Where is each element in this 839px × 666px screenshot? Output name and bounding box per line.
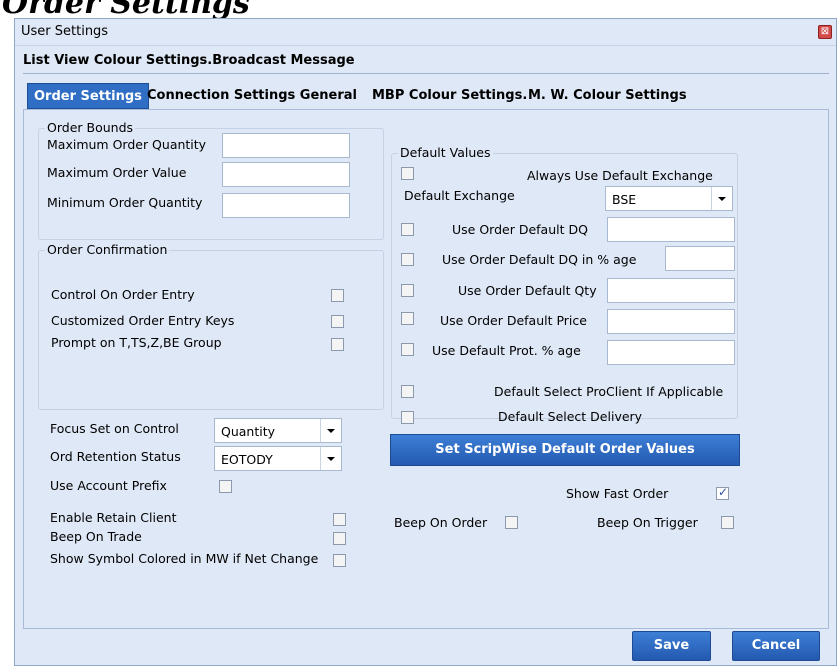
ord-retention-status-select[interactable]: EOTODY [214,446,342,471]
show-fast-order-label: Show Fast Order [566,486,669,501]
checkmark-icon: ✓ [718,485,729,499]
use-order-default-price-input[interactable] [607,309,735,334]
beep-on-trigger-checkbox[interactable] [721,516,734,529]
use-order-default-qty-checkbox[interactable] [401,284,414,297]
use-order-default-dq-label: Use Order Default DQ [452,222,588,237]
max-order-value-input[interactable] [222,162,350,187]
min-order-quantity-label: Minimum Order Quantity [47,195,203,210]
max-order-value-label: Maximum Order Value [47,165,187,180]
customized-order-entry-keys-checkbox[interactable] [331,315,344,328]
save-button[interactable]: Save [632,631,711,661]
default-select-delivery-checkbox[interactable] [401,411,414,424]
show-symbol-colored-checkbox[interactable] [333,554,346,567]
focus-set-value: Quantity [221,424,276,439]
title-bar: User Settings ⊠ [15,19,836,46]
max-order-quantity-label: Maximum Order Quantity [47,137,207,152]
tab-connection-settings-general[interactable]: Connection Settings General [147,83,357,109]
beep-on-trigger-label: Beep On Trigger [597,515,698,530]
use-order-default-price-label: Use Order Default Price [440,313,587,328]
customized-order-entry-keys-label: Customized Order Entry Keys [51,313,235,328]
tab-mw-colour-settings[interactable]: M. W. Colour Settings [528,83,687,109]
min-order-quantity-input[interactable] [222,193,350,218]
menu-divider [23,73,829,74]
use-order-default-price-checkbox[interactable] [401,312,414,325]
always-use-default-exchange-label: Always Use Default Exchange [527,168,713,183]
show-symbol-colored-label: Show Symbol Colored in MW if Net Change [50,551,319,566]
beep-on-order-label: Beep On Order [394,515,488,530]
close-icon[interactable]: ⊠ [818,25,832,39]
use-order-default-dq-percent-label: Use Order Default DQ in % age [442,252,637,267]
always-use-default-exchange-checkbox[interactable] [401,167,414,180]
focus-set-on-control-select[interactable]: Quantity [214,418,342,443]
ord-retention-status-label: Ord Retention Status [50,449,181,464]
chevron-down-icon[interactable] [711,187,732,210]
default-values-group: Default Values Always Use Default Exchan… [391,145,738,424]
tab-order-settings[interactable]: Order Settings [27,83,149,109]
enable-retain-client-checkbox[interactable] [333,513,346,526]
control-on-order-entry-checkbox[interactable] [331,289,344,302]
show-fast-order-checkbox[interactable]: ✓ [716,485,729,500]
use-default-prot-percent-label: Use Default Prot. % age [432,343,581,358]
default-select-delivery-label: Default Select Delivery [498,409,643,424]
order-bounds-group: Order Bounds Maximum Order Quantity Maxi… [38,120,384,240]
beep-on-order-checkbox[interactable] [505,516,518,529]
use-order-default-dq-percent-input[interactable] [665,246,735,271]
cancel-button[interactable]: Cancel [732,631,820,661]
default-values-legend: Default Values [398,145,493,160]
order-confirmation-legend: Order Confirmation [45,242,170,257]
focus-set-on-control-label: Focus Set on Control [50,421,179,436]
max-order-quantity-input[interactable] [222,133,350,158]
default-exchange-label: Default Exchange [404,188,515,203]
use-default-prot-percent-input[interactable] [607,340,735,365]
use-order-default-dq-percent-checkbox[interactable] [401,253,414,266]
default-select-proclient-checkbox[interactable] [401,385,414,398]
default-exchange-select[interactable]: BSE [605,186,733,211]
ord-retention-value: EOTODY [221,452,273,467]
user-settings-window: User Settings ⊠ List View Colour Setting… [14,18,837,666]
prompt-on-group-label: Prompt on T,TS,Z,BE Group [51,335,222,350]
set-scripwise-default-order-values-button[interactable]: Set ScripWise Default Order Values [390,434,740,466]
default-select-proclient-label: Default Select ProClient If Applicable [494,384,724,399]
enable-retain-client-label: Enable Retain Client [50,510,177,525]
tab-mbp-colour-settings[interactable]: MBP Colour Settings. [372,83,527,109]
use-default-prot-percent-checkbox[interactable] [401,343,414,356]
use-order-default-dq-input[interactable] [607,217,735,242]
order-bounds-legend: Order Bounds [45,120,136,135]
use-order-default-qty-input[interactable] [607,278,735,303]
chevron-down-icon[interactable] [320,419,341,442]
beep-on-trade-checkbox[interactable] [333,532,346,545]
default-exchange-value: BSE [612,192,637,207]
order-settings-panel: Order Bounds Maximum Order Quantity Maxi… [23,109,829,629]
control-on-order-entry-label: Control On Order Entry [51,287,195,302]
use-account-prefix-checkbox[interactable] [219,480,232,493]
window-title: User Settings [21,24,109,39]
use-order-default-qty-label: Use Order Default Qty [458,283,597,298]
prompt-on-group-checkbox[interactable] [331,338,344,351]
chevron-down-icon[interactable] [320,447,341,470]
use-account-prefix-label: Use Account Prefix [50,478,167,493]
beep-on-trade-label: Beep On Trade [50,529,142,544]
use-order-default-dq-checkbox[interactable] [401,223,414,236]
order-confirmation-group: Order Confirmation Control On Order Entr… [38,242,384,410]
menu-list-view-colour-settings[interactable]: List View Colour Settings.Broadcast Mess… [23,53,355,68]
